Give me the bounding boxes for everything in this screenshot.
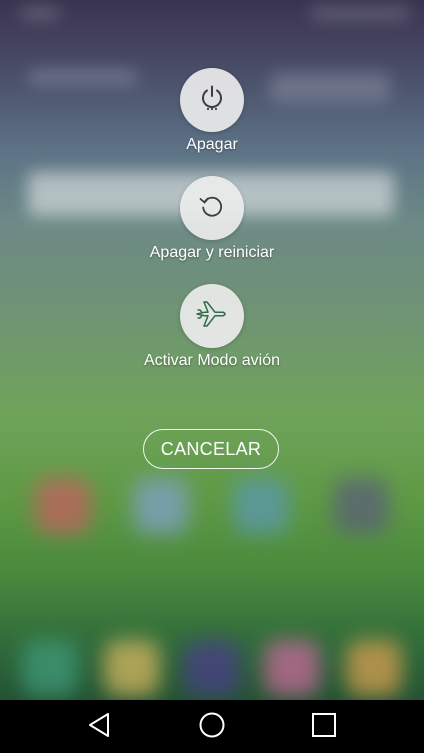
app-icon-blur <box>133 478 189 534</box>
recents-button[interactable] <box>309 712 339 742</box>
restart-icon <box>196 190 228 227</box>
status-bar-blur <box>20 8 60 18</box>
airplane-mode-option[interactable]: Activar Modo avión <box>0 284 424 370</box>
restart-option[interactable]: Apagar y reiniciar <box>0 176 424 262</box>
status-bar-icons-blur <box>310 8 410 18</box>
dock-icon-blur <box>346 640 402 696</box>
power-off-button[interactable] <box>180 68 244 132</box>
back-button[interactable] <box>85 712 115 742</box>
app-icon-blur <box>333 478 389 534</box>
power-off-option[interactable]: Apagar <box>0 68 424 154</box>
restart-button[interactable] <box>180 176 244 240</box>
airplane-icon <box>194 296 230 337</box>
dock-icon-blur <box>22 640 78 696</box>
power-icon <box>197 83 227 118</box>
back-icon <box>87 712 113 743</box>
airplane-mode-label: Activar Modo avión <box>143 352 281 369</box>
home-icon <box>198 711 226 744</box>
dock-icon-blur <box>184 640 240 696</box>
app-icon-blur <box>35 478 91 534</box>
dock-icon-blur <box>264 640 320 696</box>
navigation-bar <box>0 700 424 753</box>
app-icon-blur <box>233 478 289 534</box>
home-button[interactable] <box>197 712 227 742</box>
airplane-mode-button[interactable] <box>180 284 244 348</box>
recents-icon <box>311 712 337 743</box>
power-off-label: Apagar <box>186 136 238 153</box>
restart-label: Apagar y reiniciar <box>149 244 275 261</box>
cancel-button[interactable]: CANCELAR <box>143 429 279 469</box>
dock-icon-blur <box>104 640 160 696</box>
